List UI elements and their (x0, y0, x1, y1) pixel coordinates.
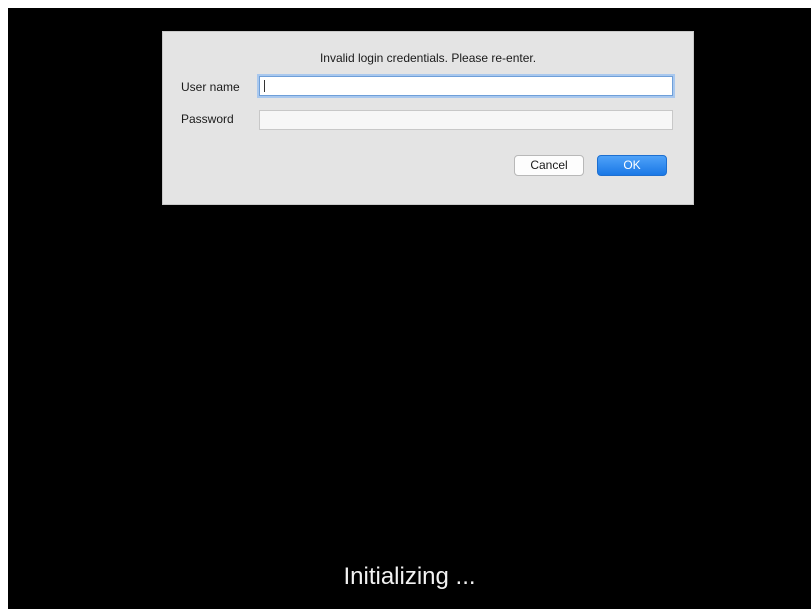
login-dialog: Invalid login credentials. Please re-ent… (162, 31, 694, 205)
error-message: Invalid login credentials. Please re-ent… (319, 51, 537, 65)
password-input[interactable] (259, 110, 673, 130)
username-input[interactable] (259, 76, 673, 96)
password-label: Password (181, 112, 234, 126)
cancel-button[interactable]: Cancel (514, 155, 584, 176)
status-text: Initializing ... (343, 563, 476, 590)
username-label: User name (181, 80, 240, 94)
screen: Invalid login credentials. Please re-ent… (8, 8, 811, 609)
text-caret (264, 80, 265, 92)
ok-button[interactable]: OK (597, 155, 667, 176)
